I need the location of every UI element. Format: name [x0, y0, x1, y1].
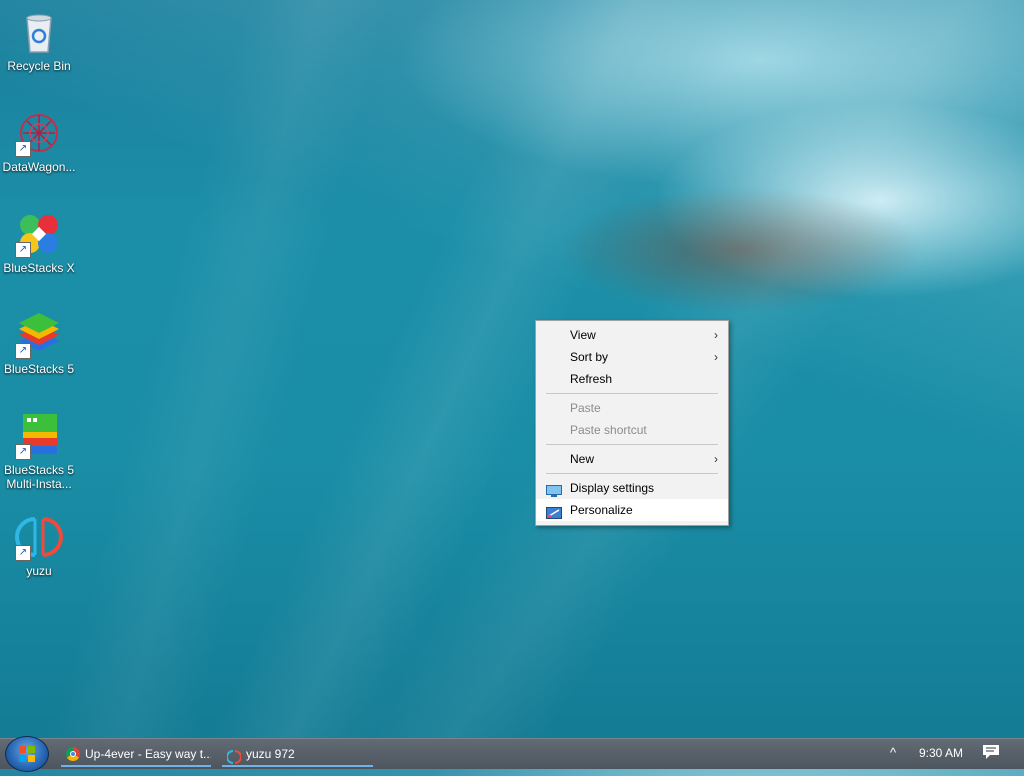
yuzu-icon	[226, 747, 242, 764]
personalize-icon	[546, 504, 562, 519]
menu-item-view[interactable]: View ›	[536, 324, 728, 346]
desktop-context-menu: View › Sort by › Refresh Paste Paste sho…	[535, 320, 729, 526]
menu-item-sort-by[interactable]: Sort by ›	[536, 346, 728, 368]
action-center-icon[interactable]	[982, 744, 1000, 760]
menu-item-personalize[interactable]: Personalize	[536, 499, 728, 521]
desktop-icon-label: BlueStacks X	[3, 261, 75, 275]
menu-item-label: View	[570, 328, 596, 342]
desktop-icon-datawagon[interactable]: ↗ DataWagon...	[0, 101, 78, 174]
desktop-icon-label: yuzu	[26, 564, 52, 578]
menu-item-label: New	[570, 452, 595, 466]
menu-item-label: Sort by	[570, 350, 609, 364]
shortcut-arrow-icon: ↗	[15, 343, 31, 359]
taskbar-item-label: Up-4ever - Easy way t...	[85, 747, 211, 761]
bluestacks-multi-instance-icon: ↗	[15, 412, 63, 460]
desktop-icon-bluestacks-5[interactable]: ↗ BlueStacks 5	[0, 303, 78, 376]
taskbar: Up-4ever - Easy way t... yuzu 972 ^ 9:30…	[0, 736, 1024, 772]
datawagon-icon: ↗	[15, 109, 63, 157]
menu-item-paste-shortcut[interactable]: Paste shortcut	[536, 419, 728, 441]
desktop-icon-label: BlueStacks 5	[3, 362, 75, 376]
menu-item-label: Personalize	[570, 503, 633, 517]
taskbar-item-yuzu[interactable]: yuzu 972	[222, 741, 373, 767]
menu-item-label: Paste shortcut	[570, 423, 647, 437]
start-button[interactable]	[5, 736, 49, 772]
desktop-icon-bluestacks-x[interactable]: ↗ BlueStacks X	[0, 202, 78, 275]
bluestacks-5-icon: ↗	[15, 311, 63, 359]
chevron-right-icon: ›	[714, 350, 718, 364]
menu-item-paste[interactable]: Paste	[536, 397, 728, 419]
shortcut-arrow-icon: ↗	[15, 444, 31, 460]
menu-separator	[546, 473, 718, 474]
menu-item-label: Paste	[570, 401, 601, 415]
desktop-icon-recycle-bin[interactable]: Recycle Bin	[0, 0, 78, 73]
desktop-icon-label: Recycle Bin	[7, 59, 71, 73]
menu-item-new[interactable]: New ›	[536, 448, 728, 470]
desktop-icon-bluestacks-multi-instance[interactable]: ↗ BlueStacks 5 Multi-Insta...	[0, 404, 78, 491]
shortcut-arrow-icon: ↗	[15, 242, 31, 258]
taskbar-item-chrome[interactable]: Up-4ever - Easy way t...	[61, 741, 211, 767]
chevron-right-icon: ›	[714, 452, 718, 466]
windows-logo-icon	[19, 746, 35, 762]
wallpaper	[0, 0, 1024, 768]
display-icon	[546, 482, 562, 497]
desktop-icon-label: BlueStacks 5 Multi-Insta...	[3, 463, 75, 491]
desktop-icon-yuzu[interactable]: ↗ yuzu	[0, 505, 78, 578]
chrome-icon	[66, 747, 80, 761]
shortcut-arrow-icon: ↗	[15, 141, 31, 157]
shortcut-arrow-icon: ↗	[15, 545, 31, 561]
menu-item-label: Display settings	[570, 481, 655, 495]
menu-item-refresh[interactable]: Refresh	[536, 368, 728, 390]
menu-separator	[546, 444, 718, 445]
taskbar-item-label: yuzu 972	[246, 747, 295, 761]
desktop-icon-label: DataWagon...	[2, 160, 76, 174]
menu-item-display-settings[interactable]: Display settings	[536, 477, 728, 499]
chevron-right-icon: ›	[714, 328, 718, 342]
taskbar-clock[interactable]: 9:30 AM	[919, 746, 963, 760]
yuzu-icon: ↗	[15, 513, 63, 561]
bluestacks-x-icon: ↗	[15, 210, 63, 258]
menu-separator	[546, 393, 718, 394]
recycle-bin-icon	[15, 8, 63, 56]
show-hidden-icons-chevron-icon[interactable]: ^	[890, 745, 896, 760]
menu-item-label: Refresh	[570, 372, 613, 386]
